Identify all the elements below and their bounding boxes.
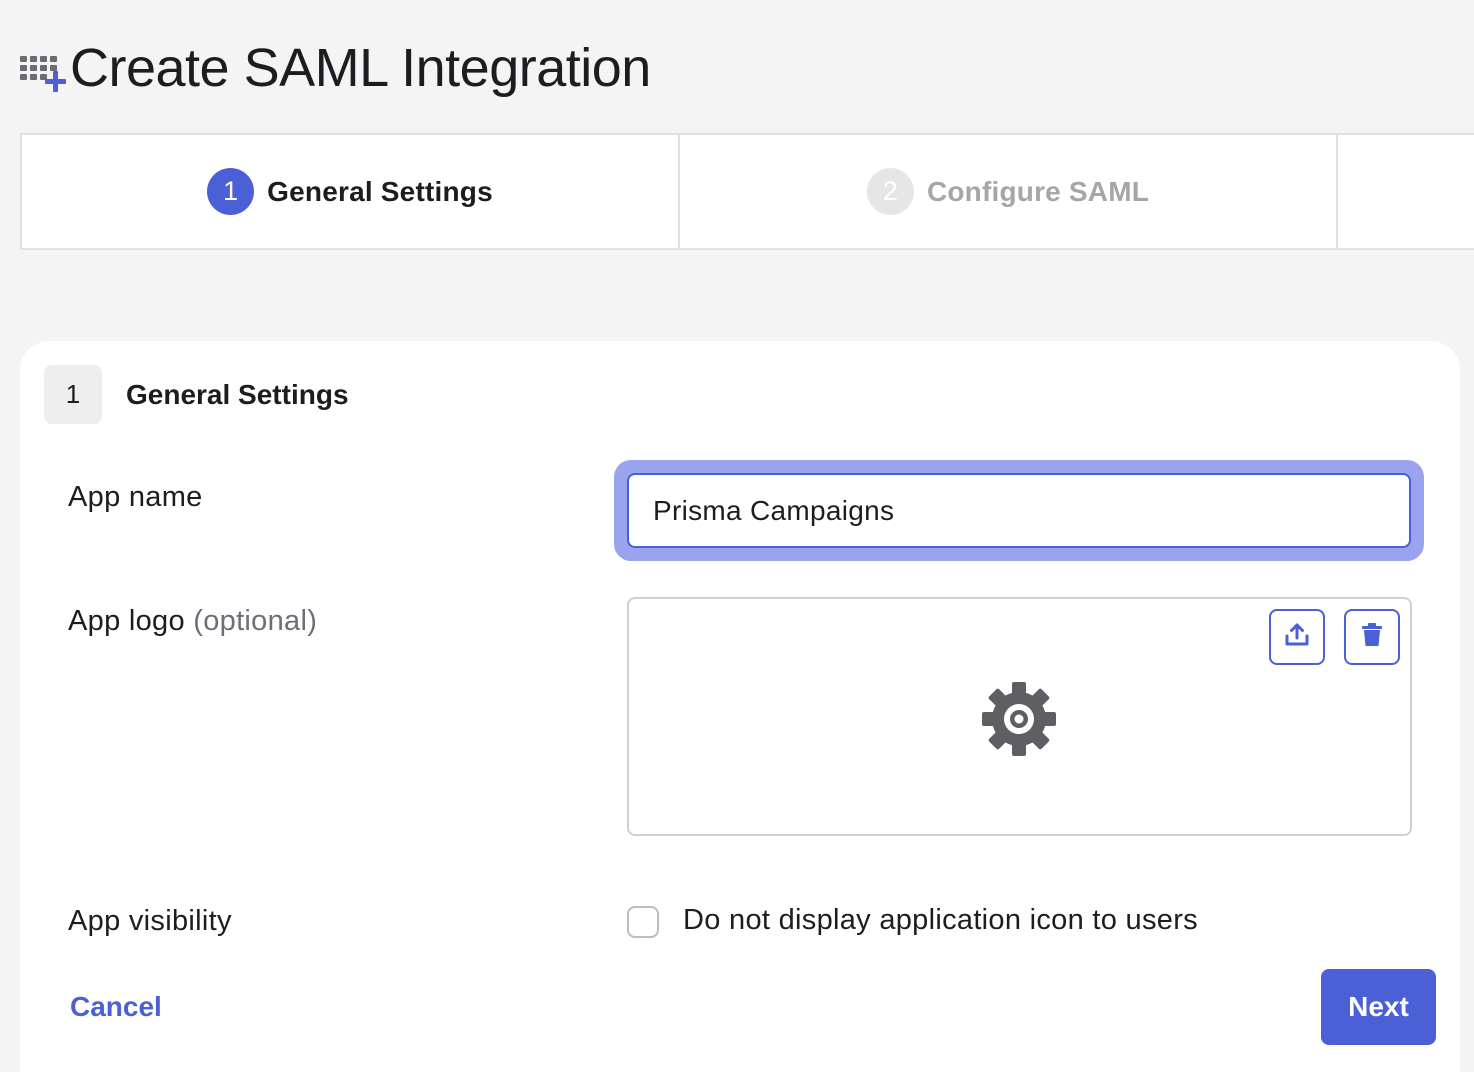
upload-logo-button[interactable]: [1269, 609, 1325, 665]
hide-app-icon-checkbox[interactable]: [627, 906, 659, 938]
section-title: General Settings: [126, 378, 349, 410]
grid-plus-icon: [18, 42, 66, 94]
next-button[interactable]: Next: [1321, 969, 1436, 1045]
optional-label: (optional): [193, 605, 318, 637]
wizard-stepper: 1 General Settings 2 Configure SAML: [20, 133, 1474, 250]
gear-icon: [981, 681, 1057, 757]
section-number-badge: 1: [44, 365, 102, 424]
step-label: Configure SAML: [926, 175, 1150, 207]
step-next-placeholder: [1338, 135, 1474, 248]
hide-app-icon-checkbox-label[interactable]: Do not display application icon to users: [683, 904, 1198, 937]
step-number-badge: 2: [866, 168, 914, 215]
page-header: Create SAML Integration: [18, 36, 651, 100]
trash-icon: [1360, 622, 1384, 653]
step-configure-saml[interactable]: 2 Configure SAML: [680, 135, 1338, 248]
general-settings-card: 1 General Settings App name App logo (op…: [20, 341, 1460, 1072]
page-title: Create SAML Integration: [70, 38, 651, 98]
app-logo-label: App logo (optional): [68, 605, 317, 638]
app-name-input[interactable]: [627, 473, 1411, 548]
cancel-link[interactable]: Cancel: [70, 991, 162, 1023]
upload-icon: [1284, 622, 1310, 653]
app-visibility-label: App visibility: [68, 905, 232, 937]
step-number-badge: 1: [207, 168, 255, 215]
step-label: General Settings: [267, 175, 493, 207]
step-general-settings[interactable]: 1 General Settings: [22, 135, 680, 248]
app-logo-label-text: App logo: [68, 605, 185, 637]
app-logo-dropzone[interactable]: [627, 597, 1412, 836]
delete-logo-button[interactable]: [1344, 609, 1400, 665]
app-name-focus-ring: [619, 465, 1419, 556]
section-header: 1 General Settings: [44, 365, 349, 424]
app-name-label: App name: [68, 481, 203, 513]
